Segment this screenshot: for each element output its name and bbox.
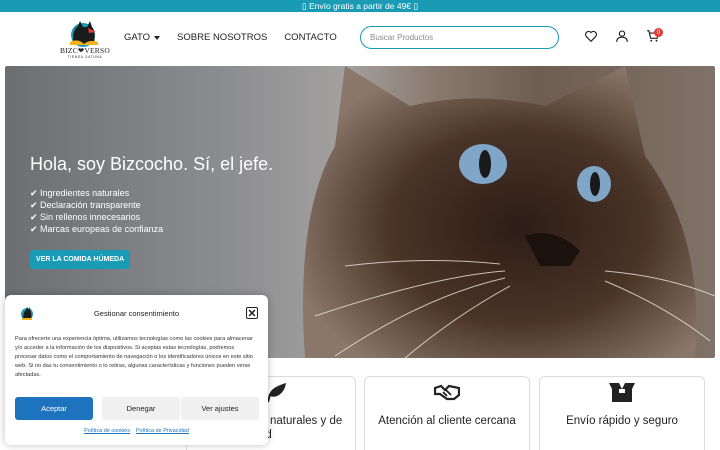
- user-icon[interactable]: [615, 29, 629, 43]
- promo-text: ▯ Envío gratis a partir de 49€ ▯: [301, 0, 419, 11]
- heart-icon[interactable]: [584, 29, 598, 43]
- feature-title: Envío rápido y seguro: [566, 415, 678, 427]
- promo-bar: ▯ Envío gratis a partir de 49€ ▯: [0, 0, 720, 12]
- view-settings-button[interactable]: Ver ajustes: [181, 397, 259, 420]
- deny-button[interactable]: Denegar: [102, 397, 180, 420]
- nav-item-gato[interactable]: GATO: [124, 32, 161, 43]
- main-nav: GATO SOBRE NOSOTROS CONTACTO: [124, 32, 337, 43]
- wet-food-button[interactable]: VER LA COMIDA HÚMEDA: [30, 250, 131, 269]
- feature-title: Atención al cliente cercana: [378, 415, 516, 427]
- cookie-consent-dialog: Gestionar consentimiento Para ofrecerte …: [5, 295, 268, 445]
- close-icon[interactable]: [246, 307, 258, 319]
- handshake-icon: [434, 384, 460, 401]
- search-input[interactable]: Buscar Productos: [360, 26, 559, 49]
- hero-title: Hola, soy Bizcocho. Sí, el jefe.: [30, 154, 274, 174]
- nav-item-contacto[interactable]: CONTACTO: [284, 32, 336, 43]
- logo-cat-icon: [70, 21, 98, 47]
- dialog-title: Gestionar consentimiento: [93, 309, 180, 318]
- privacy-policy-link[interactable]: Política de Privacidad: [136, 428, 189, 434]
- list-item: ✔ Ingredientes naturales: [30, 188, 130, 198]
- list-item: ✔ Marcas europeas de confianza: [30, 224, 164, 234]
- accept-button[interactable]: Aceptar: [15, 397, 93, 420]
- list-item: ✔ Sin rellenos innecesarios: [30, 212, 141, 222]
- feature-card-support: Atención al cliente cercana: [364, 376, 530, 450]
- logo-tagline: TIENDA GATUNA: [67, 55, 103, 59]
- list-item: ✔ Declaración transparente: [30, 200, 141, 210]
- site-logo[interactable]: BIZC❤VERSO TIENDA GATUNA: [58, 18, 112, 60]
- policy-links: Política de cookies Política de Privacid…: [5, 428, 268, 434]
- search-placeholder: Buscar Productos: [370, 33, 434, 42]
- chevron-down-icon: [154, 35, 161, 40]
- cookie-policy-link[interactable]: Política de cookies: [84, 428, 130, 434]
- site-header: BIZC❤VERSO TIENDA GATUNA GATO SOBRE NOSO…: [0, 12, 720, 64]
- nav-item-sobre-nosotros[interactable]: SOBRE NOSOTROS: [177, 32, 267, 43]
- hero-benefits-list: ✔ Ingredientes naturales ✔ Declaración t…: [30, 187, 163, 235]
- consent-text: Para ofrecerte una experiencia óptima, u…: [15, 336, 253, 379]
- logo-wordmark: BIZC❤VERSO: [60, 46, 110, 55]
- feature-card-shipping: Envío rápido y seguro: [539, 376, 705, 450]
- cart-count-badge: 0: [654, 28, 663, 37]
- nav-label: GATO: [124, 32, 151, 43]
- box-icon: [609, 383, 635, 402]
